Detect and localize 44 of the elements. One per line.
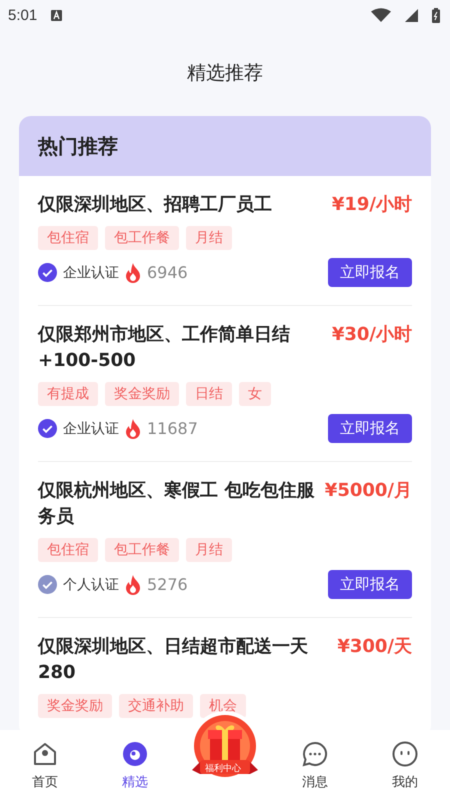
status-time: 5:01: [8, 6, 38, 24]
verification-label: 企业认证: [63, 264, 119, 282]
job-tag: 包工作餐: [105, 226, 179, 250]
job-salary: ¥5000/月: [324, 479, 412, 503]
job-title: 仅限杭州地区、寒假工 包吃包住服务员: [38, 479, 316, 529]
job-tag: 交通补助: [119, 694, 193, 718]
badge-label: 福利中心: [205, 762, 241, 775]
nav-tab[interactable]: 我的: [360, 730, 450, 801]
job-tag: 奖金奖励: [105, 382, 179, 406]
job-title: 仅限郑州市地区、工作简单日结+100-500: [38, 323, 291, 373]
job-tag: 包住宿: [38, 538, 98, 562]
flame-icon: [125, 418, 141, 438]
job-tag: 包工作餐: [105, 538, 179, 562]
view-count: 6946: [147, 263, 188, 282]
keyboard-a-icon: [51, 10, 62, 20]
job-title: 仅限深圳地区、招聘工厂员工: [38, 193, 273, 217]
apply-button[interactable]: 立即报名: [328, 414, 412, 443]
apply-button[interactable]: 立即报名: [328, 570, 412, 599]
job-tag: 月结: [186, 226, 232, 250]
view-count: 5276: [147, 575, 188, 594]
job-salary: ¥300/天: [337, 635, 412, 659]
job-tag: 奖金奖励: [38, 694, 112, 718]
page-title: 精选推荐: [187, 61, 263, 86]
nav-tab[interactable]: 精选: [90, 730, 180, 801]
view-count: 11687: [147, 419, 198, 438]
job-salary: ¥30/小时: [332, 323, 412, 347]
section-title: 热门推荐: [38, 132, 118, 160]
verification-label: 企业认证: [63, 420, 119, 438]
job-tag: 日结: [186, 382, 232, 406]
job-tag: 有提成: [38, 382, 98, 406]
verification-label: 个人认证: [63, 576, 119, 594]
flame-icon: [125, 574, 141, 594]
nav-tab[interactable]: 首页: [0, 730, 90, 801]
wifi-icon: [371, 8, 391, 22]
signal-icon: [405, 8, 418, 22]
flame-icon: [125, 262, 141, 282]
job-salary: ¥19/小时: [332, 193, 412, 217]
nav-tab[interactable]: 消息: [270, 730, 360, 801]
job-tag: 包住宿: [38, 226, 98, 250]
job-title: 仅限深圳地区、日结超市配送一天280: [38, 635, 309, 685]
battery-icon: [432, 8, 440, 22]
apply-button[interactable]: 立即报名: [328, 258, 412, 287]
job-tag: 月结: [186, 538, 232, 562]
job-tag: 女: [239, 382, 271, 406]
